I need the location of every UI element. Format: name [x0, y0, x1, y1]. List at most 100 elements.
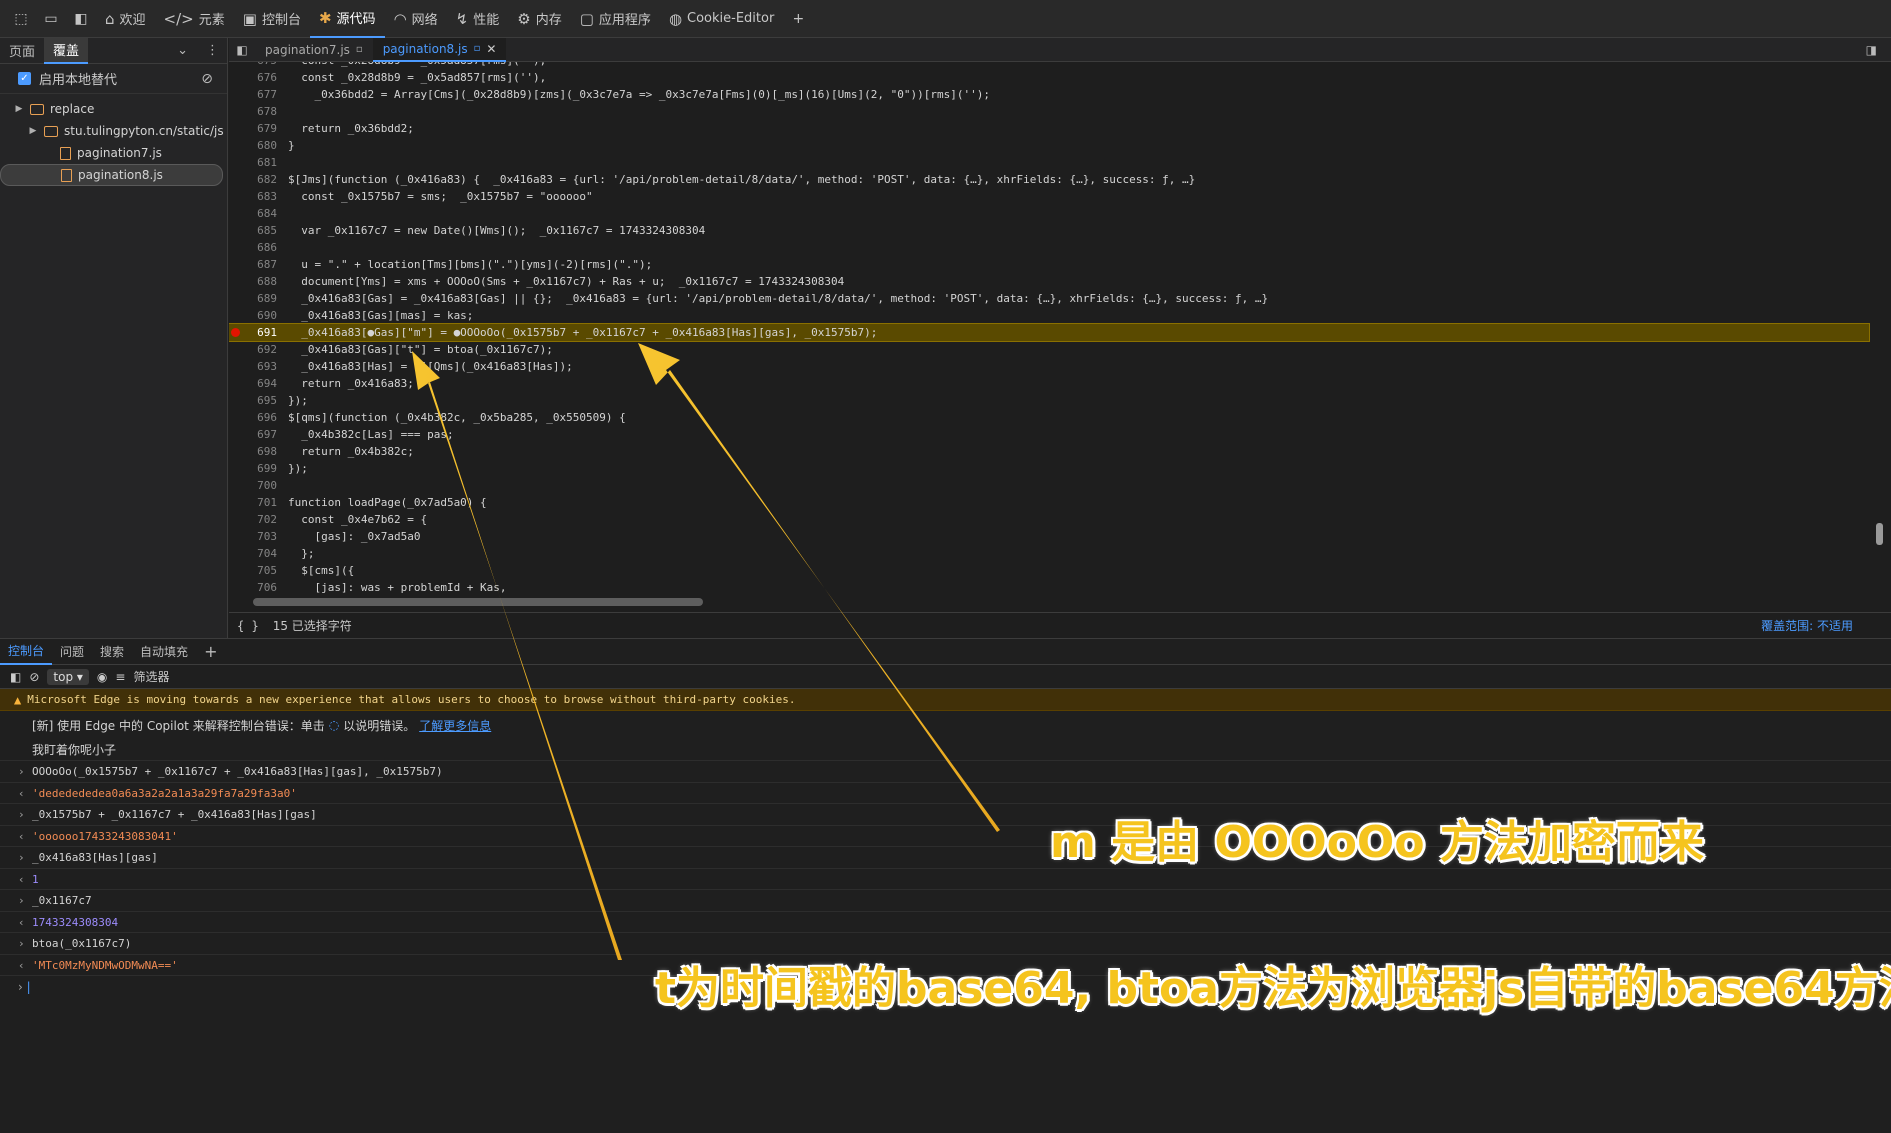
code-line[interactable]: 684 — [229, 205, 1869, 222]
line-number[interactable]: 704 — [239, 545, 277, 562]
code-line[interactable]: 682 $[Jms](function (_0x416a83) { _0x416a… — [229, 171, 1869, 188]
code-line[interactable]: 696 $[qms](function (_0x4b382c, _0x5ba285… — [229, 409, 1869, 426]
code-line[interactable]: 688 document[Yms] = xms + OOOoO(Sms + _0… — [229, 273, 1869, 290]
tab-overrides[interactable]: 覆盖 — [44, 37, 89, 64]
tab-application[interactable]: ▢ 应用程序 — [571, 0, 660, 38]
line-number[interactable]: 697 — [239, 426, 277, 443]
line-number[interactable]: 690 — [239, 307, 277, 324]
live-expression-icon[interactable]: ◉ — [97, 670, 107, 684]
close-icon[interactable]: ✕ — [486, 42, 496, 56]
code-line[interactable]: 690 _0x416a83[Gas][mas] = kas; — [229, 307, 1869, 324]
line-number[interactable]: 694 — [239, 375, 277, 392]
sidebar-toggle-icon[interactable]: ◧ — [10, 670, 21, 684]
filter-input[interactable]: 筛选器 — [133, 668, 169, 685]
line-number[interactable]: 684 — [239, 205, 277, 222]
code-line[interactable]: 680} — [229, 137, 1869, 154]
chevron-down-icon[interactable]: ⌄ — [167, 43, 198, 58]
code-line[interactable]: 692 _0x416a83[Gas]["t"] = btoa(_0x1167c7… — [229, 341, 1869, 358]
code-line[interactable]: 683 const _0x1575b7 = sms; _0x1575b7 = "… — [229, 188, 1869, 205]
code-line[interactable]: 676 const _0x28d8b9 = _0x5ad857[rms]('')… — [229, 69, 1869, 86]
line-number[interactable]: 702 — [239, 511, 277, 528]
tab-console[interactable]: 控制台 — [0, 639, 53, 665]
learn-more-link[interactable]: 了解更多信息 — [419, 717, 491, 734]
code-line[interactable]: 701 function loadPage(_0x7ad5a0) { — [229, 494, 1869, 511]
code-line[interactable]: 695}); — [229, 392, 1869, 409]
code-line[interactable]: 699}); — [229, 460, 1869, 477]
tree-item-static-js[interactable]: ▶ stu.tulingpyton.cn/static/js — [0, 120, 227, 142]
code-line[interactable]: 687 u = "." + location[Tms][bms](".")[ym… — [229, 256, 1869, 273]
line-number[interactable]: 678 — [239, 103, 277, 120]
tab-autofill[interactable]: 自动填充 — [132, 639, 196, 665]
dock-side-icon[interactable]: ◧ — [66, 4, 96, 34]
clear-overrides-icon[interactable]: ⊘ — [201, 71, 213, 87]
vertical-scrollbar-thumb[interactable] — [1876, 523, 1883, 545]
console-result-row[interactable]: ‹ 1743324308304 — [0, 912, 1891, 933]
line-number[interactable]: 703 — [239, 528, 277, 545]
inspect-element-icon[interactable]: ⬚ — [6, 4, 36, 34]
clear-console-icon[interactable]: ⊘ — [29, 670, 39, 684]
tab-issues[interactable]: 问题 — [52, 639, 92, 665]
code-line[interactable]: 705 $[cms]({ — [229, 562, 1869, 579]
tree-item-pagination7[interactable]: pagination7.js — [0, 142, 227, 164]
tab-search[interactable]: 搜索 — [92, 639, 132, 665]
code-content[interactable]: 675 const _0x28d8b9 = _0x5ad857[rms]('')… — [229, 62, 1879, 606]
line-number[interactable]: 679 — [239, 120, 277, 137]
line-number[interactable]: 683 — [239, 188, 277, 205]
line-number[interactable]: 686 — [239, 239, 277, 256]
tab-code[interactable]: </> 元素 — [155, 0, 234, 38]
line-number[interactable]: 677 — [239, 86, 277, 103]
device-toolbar-icon[interactable]: ▭ — [36, 4, 66, 34]
code-line[interactable]: 677 _0x36bdd2 = Array[Cms](_0x28d8b9)[zm… — [229, 86, 1869, 103]
console-result-row[interactable]: ‹ 1 — [0, 869, 1891, 890]
code-line[interactable]: 702 const _0x4e7b62 = { — [229, 511, 1869, 528]
code-line[interactable]: 704 }; — [229, 545, 1869, 562]
code-line[interactable]: 700 — [229, 477, 1869, 494]
line-number[interactable]: 685 — [239, 222, 277, 239]
line-number[interactable]: 700 — [239, 477, 277, 494]
tab-page[interactable]: 页面 — [0, 38, 44, 64]
code-line[interactable]: 689 _0x416a83[Gas] = _0x416a83[Gas] || {… — [229, 290, 1869, 307]
tab-home[interactable]: ⌂ 欢迎 — [96, 0, 155, 38]
code-line[interactable]: 678 — [229, 103, 1869, 120]
more-options-icon[interactable]: ⋮ — [198, 43, 227, 58]
code-line[interactable]: 685 var _0x1167c7 = new Date()[Wms](); _… — [229, 222, 1869, 239]
line-number[interactable]: 675 — [239, 62, 277, 69]
line-number[interactable]: 676 — [239, 69, 277, 86]
console-input-caret[interactable]: | — [27, 980, 31, 994]
tab-memory[interactable]: ⚙ 内存 — [508, 0, 570, 38]
tab-wifi[interactable]: ◠ 网络 — [385, 0, 447, 38]
context-select[interactable]: top ▾ — [47, 668, 89, 685]
code-line[interactable]: 691 _0x416a83[●Gas]["m"] = ●OOOoOo(_0x15… — [229, 323, 1870, 342]
line-number[interactable]: 706 — [239, 579, 277, 596]
tab-console[interactable]: ▣ 控制台 — [234, 0, 310, 38]
line-number[interactable]: 693 — [239, 358, 277, 375]
line-number[interactable]: 682 — [239, 171, 277, 188]
code-line[interactable]: 679 return _0x36bdd2; — [229, 120, 1869, 137]
line-number[interactable]: 681 — [239, 154, 277, 171]
line-number[interactable]: 688 — [239, 273, 277, 290]
line-number[interactable]: 692 — [239, 341, 277, 358]
pretty-print-button[interactable]: { } — [237, 619, 259, 633]
line-number[interactable]: 691 — [239, 324, 277, 341]
code-line[interactable]: 698 return _0x4b382c; — [229, 443, 1869, 460]
tab-bug[interactable]: ✱ 源代码 — [309, 0, 385, 38]
line-number[interactable]: 689 — [239, 290, 277, 307]
line-number[interactable]: 680 — [239, 137, 277, 154]
code-line[interactable]: 681 — [229, 154, 1869, 171]
coverage-status[interactable]: 覆盖范围: 不适用 — [1761, 617, 1853, 634]
line-number[interactable]: 699 — [239, 460, 277, 477]
code-line[interactable]: 697 _0x4b382c[Las] === pas; — [229, 426, 1869, 443]
line-number[interactable]: 687 — [239, 256, 277, 273]
tab-performance[interactable]: ↯ 性能 — [447, 0, 509, 38]
line-number[interactable]: 705 — [239, 562, 277, 579]
tree-item-pagination8[interactable]: pagination8.js — [0, 164, 223, 186]
tree-item-replace[interactable]: ▶ replace — [0, 98, 227, 120]
line-number[interactable]: 701 — [239, 494, 277, 511]
add-drawer-tab-icon[interactable]: + — [196, 639, 225, 665]
toggle-navigator-icon[interactable]: ◧ — [229, 43, 255, 57]
line-number[interactable]: 698 — [239, 443, 277, 460]
add-tool-icon[interactable]: + — [783, 4, 813, 34]
tab-pagination8[interactable]: pagination8.js ▫ ✕ — [372, 37, 507, 62]
code-line[interactable]: 686 — [229, 239, 1869, 256]
line-number[interactable]: 696 — [239, 409, 277, 426]
